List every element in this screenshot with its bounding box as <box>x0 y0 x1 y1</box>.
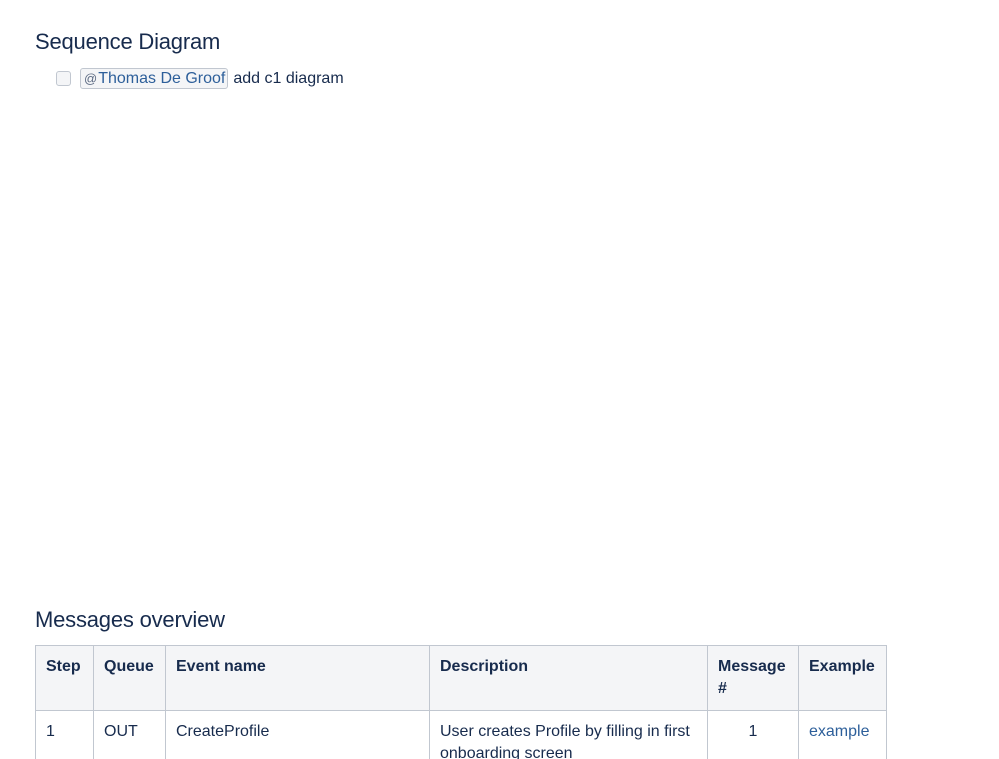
task-item: @ Thomas De Groof add c1 diagram <box>56 68 344 89</box>
table-header-row: Step Queue Event name Description Messag… <box>35 645 887 711</box>
messages-table: Step Queue Event name Description Messag… <box>35 645 887 759</box>
sequence-diagram-heading: Sequence Diagram <box>35 29 221 54</box>
cell-step: 1 <box>35 710 94 759</box>
cell-queue: OUT <box>93 710 166 759</box>
messages-overview-heading: Messages overview <box>35 607 225 632</box>
column-header-description: Description <box>429 645 708 711</box>
column-header-example: Example <box>798 645 887 711</box>
task-checkbox[interactable] <box>56 71 71 86</box>
mention-at-symbol: @ <box>84 71 98 86</box>
column-header-event-name: Event name <box>165 645 430 711</box>
user-mention[interactable]: @ Thomas De Groof <box>80 68 229 89</box>
cell-message-number: 1 <box>707 710 799 759</box>
mention-name: Thomas De Groof <box>98 69 226 87</box>
column-header-queue: Queue <box>93 645 166 711</box>
cell-description: User creates Profile by filling in first… <box>429 710 708 759</box>
example-link[interactable]: example <box>809 723 869 740</box>
cell-example: example <box>798 710 887 759</box>
cell-event-name: CreateProfile <box>165 710 430 759</box>
column-header-message-number: Message # <box>707 645 799 711</box>
task-text: add c1 diagram <box>233 69 344 87</box>
page: Sequence Diagram @ Thomas De Groof add c… <box>0 0 999 759</box>
column-header-step: Step <box>35 645 94 711</box>
table-row: 1 OUT CreateProfile User creates Profile… <box>35 710 887 759</box>
